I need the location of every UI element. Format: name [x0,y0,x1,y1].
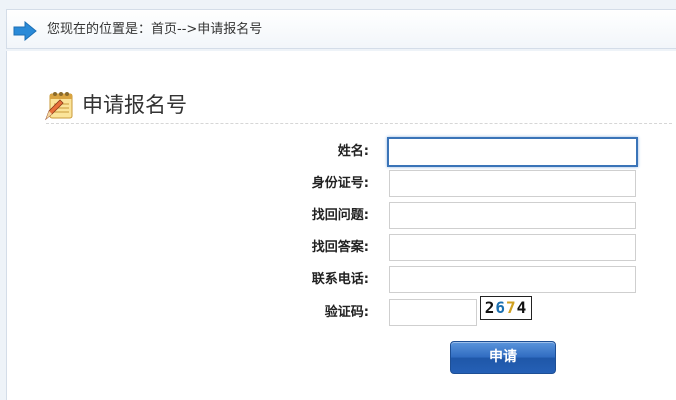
breadcrumb-path[interactable]: 首页-->申请报名号 [151,22,262,37]
title-divider [46,123,672,124]
captcha-input[interactable] [389,299,477,326]
captcha-image[interactable]: 2674 [480,296,532,320]
id-number-input[interactable] [389,170,636,197]
name-input[interactable] [387,137,638,167]
id-number-label: 身份证号: [311,176,369,191]
captcha-label: 验证码: [324,305,369,320]
captcha-char: 7 [506,298,517,317]
notepad-pencil-icon [45,92,73,121]
arrow-right-icon [13,21,37,41]
captcha-char: 4 [516,298,528,317]
recovery-answer-input[interactable] [389,234,636,261]
phone-input[interactable] [389,266,636,293]
breadcrumb-prefix: 您现在的位置是： [47,22,152,37]
page-title: 申请报名号 [82,93,187,117]
recovery-question-input[interactable] [389,202,636,229]
recovery-answer-label: 找回答案: [311,240,369,255]
recovery-question-label: 找回问题: [311,208,369,223]
apply-button[interactable]: 申请 [450,341,556,374]
phone-label: 联系电话: [311,272,369,287]
captcha-char: 2 [484,298,496,317]
name-label: 姓名: [337,144,369,159]
breadcrumb: 您现在的位置是：首页-->申请报名号 [47,21,262,39]
captcha-char: 6 [495,298,506,317]
